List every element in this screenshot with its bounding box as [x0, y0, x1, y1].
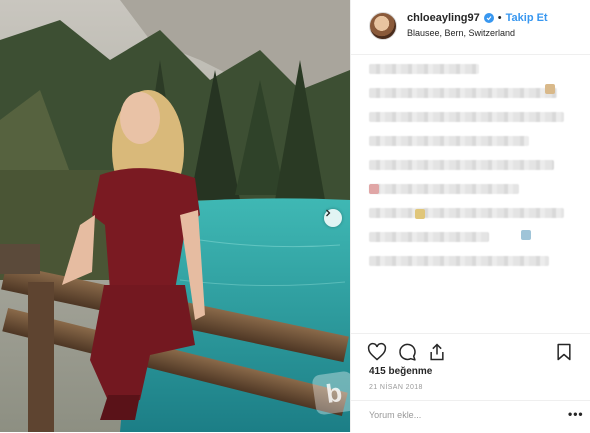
like-button[interactable]: [367, 342, 387, 362]
bookmark-icon: [557, 343, 571, 361]
share-icon: [430, 343, 444, 361]
blurred-emoji: [369, 184, 379, 194]
caption-line: [369, 64, 479, 74]
caption-line: [369, 160, 554, 170]
watermark-letter: b: [323, 376, 344, 409]
heart-icon: [367, 342, 387, 361]
blurred-emoji: [521, 230, 531, 240]
location-link[interactable]: Blausee, Bern, Switzerland: [407, 28, 515, 38]
follow-button[interactable]: Takip Et: [506, 12, 548, 24]
photo-illustration: [0, 0, 350, 432]
caption-line: [369, 232, 489, 242]
caption-line: [369, 88, 557, 98]
share-button[interactable]: [427, 342, 447, 362]
username-link[interactable]: chloeayling97: [407, 12, 480, 24]
next-photo-button[interactable]: [324, 209, 342, 227]
comment-icon: [399, 343, 416, 361]
likes-count[interactable]: 415 beğenme: [369, 366, 432, 377]
more-options-button[interactable]: •••: [568, 407, 584, 421]
chevron-right-icon: [326, 209, 331, 217]
blurred-emoji: [545, 84, 555, 94]
caption-line: [369, 184, 519, 194]
blurred-emoji: [415, 209, 425, 219]
watermark-logo: b: [311, 370, 350, 416]
username-row: chloeayling97 • Takip Et: [407, 12, 548, 24]
comment-bar: •••: [351, 400, 590, 433]
caption-line: [369, 208, 564, 218]
comment-button[interactable]: [397, 342, 417, 362]
caption-line: [369, 256, 549, 266]
instagram-post: b chloeayling97 • Takip Et Blausee, Bern…: [0, 0, 590, 432]
caption-line: [369, 112, 564, 122]
post-photo[interactable]: b: [0, 0, 350, 432]
caption-line: [369, 136, 529, 146]
post-date: 21 NİSAN 2018: [369, 384, 423, 391]
comment-input[interactable]: [369, 410, 549, 420]
post-header: chloeayling97 • Takip Et Blausee, Bern, …: [351, 0, 590, 55]
verified-badge-icon: [483, 13, 494, 23]
avatar[interactable]: [369, 12, 397, 40]
save-button[interactable]: [554, 342, 574, 362]
separator-dot: •: [497, 12, 502, 24]
caption-blurred: [369, 64, 569, 280]
post-side-panel: chloeayling97 • Takip Et Blausee, Bern, …: [350, 0, 590, 432]
